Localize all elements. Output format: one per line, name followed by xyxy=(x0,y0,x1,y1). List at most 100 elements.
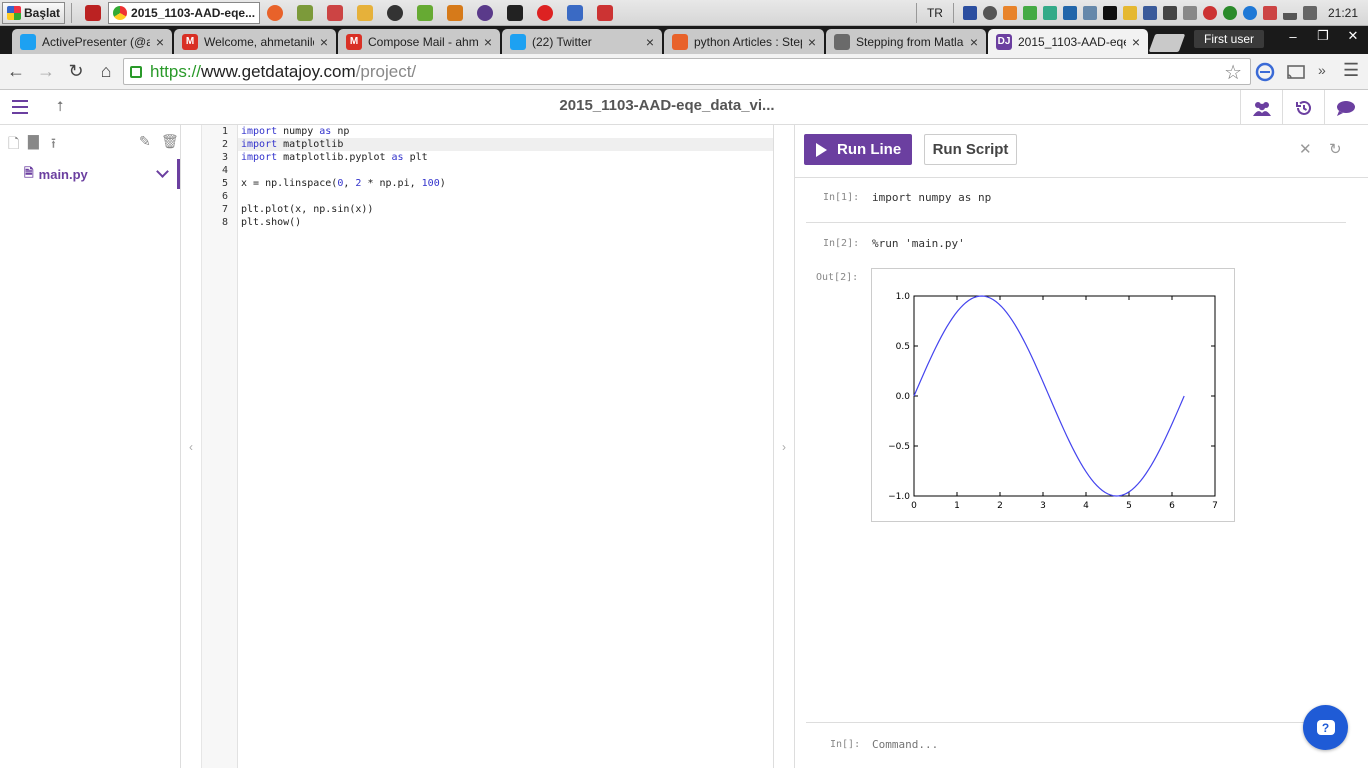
new-file-icon[interactable]: 🗋 xyxy=(8,133,19,157)
firefox-icon[interactable] xyxy=(267,4,284,21)
media-icon[interactable] xyxy=(477,4,494,21)
delete-icon[interactable]: 🗑 xyxy=(161,133,179,150)
tray-app-icon[interactable] xyxy=(1262,5,1277,20)
tray-app-icon[interactable] xyxy=(1222,5,1237,20)
line-number-gutter: 1 2 3 4 5 6 7 8 xyxy=(202,125,238,768)
cast-icon[interactable] xyxy=(1286,62,1306,82)
taskbar-active-window[interactable]: 2015_1103-AAD-eqe... xyxy=(108,1,261,24)
language-indicator[interactable]: TR xyxy=(927,6,943,20)
browser-tab-active[interactable]: DJ 2015_1103-AAD-eqe_ × xyxy=(988,29,1148,54)
project-title: 2015_1103-AAD-eqe_data_vi... xyxy=(559,97,775,114)
start-button[interactable]: Başlat xyxy=(2,1,66,24)
volume-icon[interactable] xyxy=(1302,5,1317,20)
sync-extension-icon[interactable] xyxy=(1255,62,1275,82)
close-window-icon[interactable]: ✕ xyxy=(1338,26,1368,46)
browser-tab-label: 2015_1103-AAD-eqe_ xyxy=(1018,34,1126,49)
browser-tab[interactable]: (22) Twitter × xyxy=(502,29,662,54)
shield-icon[interactable] xyxy=(1122,5,1137,20)
file-item-main-py[interactable]: 🗎 main.py xyxy=(0,159,180,189)
grid-app-icon[interactable] xyxy=(417,4,434,21)
tray-app-icon[interactable] xyxy=(1142,5,1157,20)
code-line[interactable]: plt.plot(x, np.sin(x)) xyxy=(241,203,373,216)
back-icon[interactable]: ← xyxy=(2,58,30,86)
history-icon[interactable] xyxy=(1282,90,1324,125)
forward-icon[interactable]: → xyxy=(32,58,60,86)
chart-app-icon[interactable] xyxy=(597,4,614,21)
tray-app-icon[interactable] xyxy=(1102,5,1117,20)
power-icon[interactable] xyxy=(1242,5,1257,20)
activepresenter-icon[interactable] xyxy=(85,4,102,21)
bookmark-star-icon[interactable]: ☆ xyxy=(1224,60,1242,85)
browser-tab[interactable]: python Articles : Step × xyxy=(664,29,824,54)
restart-icon[interactable]: ↻ xyxy=(1329,140,1342,158)
network-app-icon[interactable] xyxy=(567,4,584,21)
opera-icon[interactable] xyxy=(537,4,554,21)
code-line[interactable]: import matplotlib.pyplot as plt xyxy=(241,151,428,164)
rename-icon[interactable]: ✎ xyxy=(139,133,151,150)
close-tab-icon[interactable]: × xyxy=(320,34,328,50)
browser-tab[interactable]: ActivePresenter (@act × xyxy=(12,29,172,54)
tray-app-icon[interactable] xyxy=(1042,5,1057,20)
close-icon[interactable]: ✕ xyxy=(1299,140,1312,158)
minimize-icon[interactable]: – xyxy=(1278,26,1308,46)
tray-app-icon[interactable] xyxy=(1162,5,1177,20)
chevron-down-icon[interactable] xyxy=(156,165,169,178)
game-icon[interactable] xyxy=(507,4,524,21)
close-tab-icon[interactable]: × xyxy=(484,34,492,50)
tray-app-icon[interactable] xyxy=(1062,5,1077,20)
close-tab-icon[interactable]: × xyxy=(646,34,654,50)
browser-tab[interactable]: Stepping from Matlab × xyxy=(826,29,986,54)
collaborators-icon[interactable] xyxy=(1240,90,1282,125)
browser-tab[interactable]: M Compose Mail - ahme × xyxy=(338,29,500,54)
code-line[interactable]: import numpy as np xyxy=(241,125,349,138)
chrome-menu-icon[interactable]: ☰ xyxy=(1343,60,1359,81)
profile-button[interactable]: First user xyxy=(1194,30,1265,48)
s-app-icon[interactable] xyxy=(387,4,404,21)
run-line-button[interactable]: Run Line xyxy=(804,134,912,165)
clock[interactable]: 21:21 xyxy=(1328,6,1358,20)
help-button[interactable]: ? xyxy=(1303,705,1348,750)
home-icon[interactable]: ⌂ xyxy=(92,58,120,86)
close-tab-icon[interactable]: × xyxy=(970,34,978,50)
line-number: 6 xyxy=(221,191,228,202)
browser-tab-label: Welcome, ahmetanildi xyxy=(204,34,314,49)
chat-icon[interactable] xyxy=(1324,90,1366,125)
new-folder-icon[interactable]: ▇ xyxy=(28,133,39,150)
tray-app-icon[interactable] xyxy=(982,5,997,20)
code-editor[interactable]: 12345678 import numpy as np import matplo… xyxy=(202,125,774,768)
close-tab-icon[interactable]: × xyxy=(808,34,816,50)
cell-source[interactable]: %run 'main.py' xyxy=(872,237,965,250)
signal-icon[interactable] xyxy=(1282,5,1297,20)
paint-icon[interactable] xyxy=(327,4,344,21)
new-tab-button[interactable] xyxy=(1148,34,1186,52)
tray-app-icon[interactable] xyxy=(1082,5,1097,20)
lock-icon xyxy=(130,65,142,78)
tray-app-icon[interactable] xyxy=(1022,5,1037,20)
extensions-overflow-icon[interactable]: » xyxy=(1318,62,1326,78)
run-script-button[interactable]: Run Script xyxy=(924,134,1017,165)
maximize-icon[interactable]: ❐ xyxy=(1308,26,1338,46)
collapse-console-icon[interactable]: › xyxy=(774,125,795,768)
reload-icon[interactable]: ↻ xyxy=(62,58,90,86)
tray-app-icon[interactable] xyxy=(962,5,977,20)
collapse-sidebar-icon[interactable]: ‹ xyxy=(181,125,202,768)
battery-icon[interactable] xyxy=(1182,5,1197,20)
datajoy-icon: DJ xyxy=(996,33,1012,50)
tray-app-icon[interactable] xyxy=(1202,5,1217,20)
address-bar[interactable]: https://www.getdatajoy.com/project/ ☆ xyxy=(123,58,1251,85)
tools-icon[interactable] xyxy=(447,4,464,21)
tray-app-icon[interactable] xyxy=(1002,5,1017,20)
upload-icon[interactable]: ⭱ xyxy=(51,133,56,157)
code-line[interactable]: x = np.linspace(0, 2 * np.pi, 100) xyxy=(241,177,446,190)
code-line[interactable]: import matplotlib xyxy=(241,138,343,151)
code-line[interactable]: plt.show() xyxy=(241,216,301,229)
input-prompt: In[2]: xyxy=(823,238,860,249)
folder-icon[interactable] xyxy=(357,4,374,21)
close-tab-icon[interactable]: × xyxy=(1132,34,1140,50)
browser-tab[interactable]: M Welcome, ahmetanildi × xyxy=(174,29,336,54)
command-input[interactable] xyxy=(872,734,1252,754)
notepad-icon[interactable] xyxy=(297,4,314,21)
x-tick-label: 4 xyxy=(1083,501,1089,511)
cell-source[interactable]: import numpy as np xyxy=(872,191,991,204)
close-tab-icon[interactable]: × xyxy=(156,34,164,50)
